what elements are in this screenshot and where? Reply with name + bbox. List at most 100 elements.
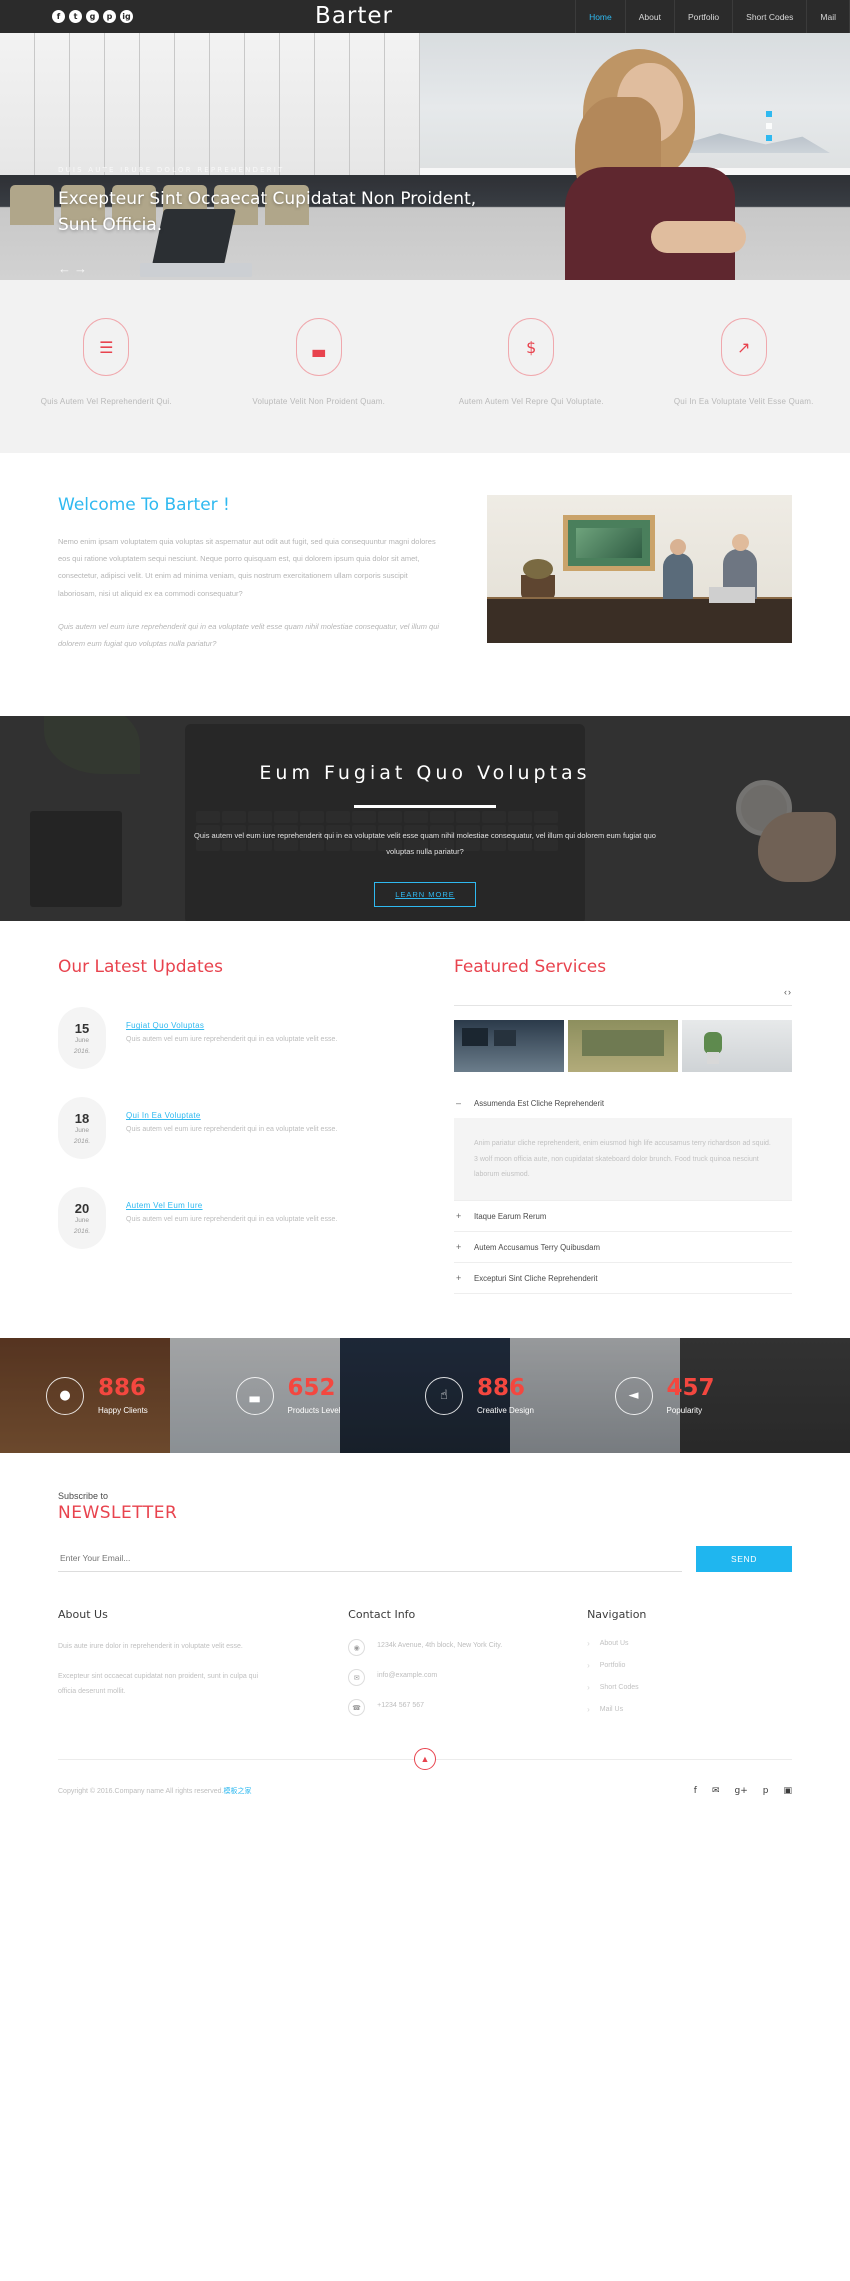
update-title[interactable]: Qui In Ea Voluptate bbox=[126, 1111, 201, 1120]
feature-item-4[interactable]: ↗ Qui In Ea Voluptate Velit Esse Quam. bbox=[638, 318, 850, 411]
nav-item-short-codes[interactable]: Short Codes bbox=[732, 0, 806, 33]
stat-creative-design: ☝ 886 Creative Design bbox=[425, 1374, 615, 1415]
nav-item-home[interactable]: Home bbox=[575, 0, 625, 33]
main-navigation: Home About Portfolio Short Codes Mail bbox=[575, 0, 850, 33]
contact-address: ◉ 1234k Avenue, 4th block, New York City… bbox=[348, 1639, 553, 1657]
feature-item-2[interactable]: ▃ Voluptate Velit Non Proident Quam. bbox=[213, 318, 426, 411]
stat-number: 457 bbox=[666, 1374, 715, 1401]
carousel-arrows[interactable]: ‹› bbox=[784, 987, 792, 997]
instagram-icon[interactable]: ig bbox=[120, 10, 133, 23]
envelope-icon: ✉ bbox=[348, 1669, 366, 1687]
update-body: Qui In Ea Voluptate Quis autem vel eum i… bbox=[126, 1097, 337, 1159]
footer-link-label: Portfolio bbox=[599, 1662, 626, 1670]
accordion-header[interactable]: + Autem Accusamus Terry Quibusdam bbox=[454, 1232, 792, 1262]
statistics-section: ● 886 Happy Clients ▃ 652 Products Level… bbox=[0, 1338, 850, 1454]
welcome-paragraph-2: Quis autem vel eum iure reprehenderit qu… bbox=[58, 621, 440, 649]
services-divider bbox=[454, 1005, 792, 1007]
featured-services-column: Featured Services ‹› – Assumenda Est Cli… bbox=[454, 957, 792, 1295]
copyright-text: Copyright © 2016.Company name All rights… bbox=[58, 1786, 251, 1796]
feature-item-3[interactable]: $ Autem Autem Vel Repre Qui Voluptate. bbox=[425, 318, 638, 411]
parallax-content: Eum Fugiat Quo Voluptas Quis autem vel e… bbox=[0, 716, 850, 907]
megaphone-icon: ◄ bbox=[614, 1376, 653, 1415]
hero-dot-1[interactable] bbox=[766, 111, 772, 117]
contact-email[interactable]: ✉ info@example.com bbox=[348, 1669, 553, 1687]
copyright-main: Copyright © 2016.Company name All rights… bbox=[58, 1788, 224, 1796]
accordion-header[interactable]: – Assumenda Est Cliche Reprehenderit bbox=[454, 1088, 792, 1118]
hero-slider-arrows[interactable]: ←→ bbox=[58, 261, 488, 276]
parallax-divider bbox=[354, 805, 496, 809]
chevron-right-icon[interactable]: › bbox=[788, 987, 792, 997]
footer-contact-heading: Contact Info bbox=[348, 1608, 416, 1622]
update-text: Quis autem vel eum iure reprehenderit qu… bbox=[126, 1216, 338, 1224]
site-logo[interactable]: Barter bbox=[133, 0, 575, 33]
footer-about-p1: Duis aute irure dolor in reprehenderit i… bbox=[58, 1643, 243, 1651]
footer-navigation-column: Navigation › About Us › Portfolio › Short C… bbox=[587, 1608, 792, 1729]
accordion-header[interactable]: + Itaque Earum Rerum bbox=[454, 1201, 792, 1231]
twitter-icon[interactable]: ✉ bbox=[712, 1786, 720, 1796]
update-title[interactable]: Fugiat Quo Voluptas bbox=[126, 1021, 204, 1030]
nav-item-mail[interactable]: Mail bbox=[806, 0, 850, 33]
accordion-title: Itaque Earum Rerum bbox=[474, 1211, 547, 1221]
pinterest-icon[interactable]: p bbox=[763, 1786, 769, 1796]
phone-icon: ☎ bbox=[348, 1699, 366, 1717]
google-plus-icon[interactable]: g+ bbox=[735, 1786, 748, 1796]
stat-number: 886 bbox=[98, 1374, 147, 1401]
page-root: f t g p ig Barter Home About Portfolio S… bbox=[0, 0, 850, 1826]
service-thumbnail-3[interactable] bbox=[682, 1020, 792, 1073]
footer-link-mail-us[interactable]: › Mail Us bbox=[587, 1705, 792, 1714]
thumbs-up-icon: ☝ bbox=[425, 1376, 463, 1415]
list-item[interactable]: 15 June 2016. Fugiat Quo Voluptas Quis a… bbox=[58, 1007, 408, 1070]
footer-link-short-codes[interactable]: › Short Codes bbox=[587, 1683, 792, 1692]
features-section: ☰ Quis Autem Vel Reprehenderit Qui. ▃ Vo… bbox=[0, 280, 850, 453]
stat-number: 886 bbox=[477, 1374, 526, 1401]
list-item[interactable]: 20 June 2016. Autem Vel Eum Iure Quis au… bbox=[58, 1187, 408, 1250]
accordion-title: Assumenda Est Cliche Reprehenderit bbox=[474, 1098, 605, 1108]
send-button[interactable]: SEND bbox=[696, 1546, 792, 1573]
scroll-to-top-button[interactable]: ▲ bbox=[414, 1748, 436, 1771]
hero-slider-dots[interactable] bbox=[766, 111, 772, 147]
contact-email-text[interactable]: info@example.com bbox=[377, 1669, 437, 1682]
newsletter-section: Subscribe to NEWSLETTER SEND bbox=[0, 1453, 850, 1573]
minus-icon: – bbox=[456, 1098, 462, 1109]
statistics-row: ● 886 Happy Clients ▃ 652 Products Level… bbox=[0, 1338, 850, 1453]
feature-text: Autem Autem Vel Repre Qui Voluptate. bbox=[458, 397, 604, 406]
plus-icon: + bbox=[456, 1273, 462, 1284]
footer-about-heading: About Us bbox=[58, 1608, 108, 1622]
hero-dot-2[interactable] bbox=[766, 123, 772, 129]
feature-text: Voluptate Velit Non Proident Quam. bbox=[252, 397, 386, 406]
facebook-icon[interactable]: f bbox=[52, 10, 65, 23]
chevron-right-icon: › bbox=[587, 1683, 590, 1693]
updates-services-section: Our Latest Updates 15 June 2016. Fugiat … bbox=[0, 921, 850, 1338]
list-item[interactable]: 18 June 2016. Qui In Ea Voluptate Quis a… bbox=[58, 1097, 408, 1160]
hero-dot-3[interactable] bbox=[766, 135, 772, 141]
plus-icon: + bbox=[456, 1242, 462, 1253]
accordion-header[interactable]: + Excepturi Sint Cliche Reprehenderit bbox=[454, 1263, 792, 1293]
nav-item-portfolio[interactable]: Portfolio bbox=[673, 0, 732, 33]
footer-link-portfolio[interactable]: › Portfolio bbox=[587, 1661, 792, 1670]
pinterest-icon[interactable]: p bbox=[103, 10, 116, 23]
contact-phone-text: +1234 567 567 bbox=[377, 1702, 425, 1710]
instagram-icon[interactable]: ▣ bbox=[783, 1786, 792, 1796]
twitter-icon[interactable]: t bbox=[69, 10, 82, 23]
parallax-cta-section: Eum Fugiat Quo Voluptas Quis autem vel e… bbox=[0, 716, 850, 922]
newsletter-heading: NEWSLETTER bbox=[58, 1503, 178, 1524]
nav-item-about[interactable]: About bbox=[624, 0, 674, 33]
email-field[interactable] bbox=[58, 1545, 682, 1573]
updates-heading-a: Our Latest bbox=[58, 957, 153, 978]
bar-chart-icon: ▃ bbox=[235, 1376, 274, 1415]
service-thumbnail-1[interactable] bbox=[454, 1020, 564, 1073]
footer-link-about-us[interactable]: › About Us bbox=[587, 1639, 792, 1648]
service-thumbnail-2[interactable] bbox=[568, 1020, 678, 1073]
learn-more-button[interactable]: LEARN MORE bbox=[374, 881, 476, 907]
facebook-icon[interactable]: f bbox=[694, 1786, 697, 1796]
hero-banner: Duis Aute Irure Dolor Reprehenderit Exce… bbox=[0, 33, 850, 280]
copyright-link[interactable]: 模板之家 bbox=[223, 1788, 251, 1795]
update-title[interactable]: Autem Vel Eum Iure bbox=[126, 1201, 203, 1210]
feature-item-1[interactable]: ☰ Quis Autem Vel Reprehenderit Qui. bbox=[0, 318, 213, 411]
google-plus-icon[interactable]: g bbox=[86, 10, 99, 23]
update-year: 2016. bbox=[73, 1047, 91, 1055]
footer-link-label: Mail Us bbox=[599, 1706, 624, 1714]
stat-popularity: ◄ 457 Popularity bbox=[614, 1374, 805, 1415]
header-social-list: f t g p ig bbox=[0, 0, 133, 33]
welcome-image-column bbox=[487, 494, 792, 669]
